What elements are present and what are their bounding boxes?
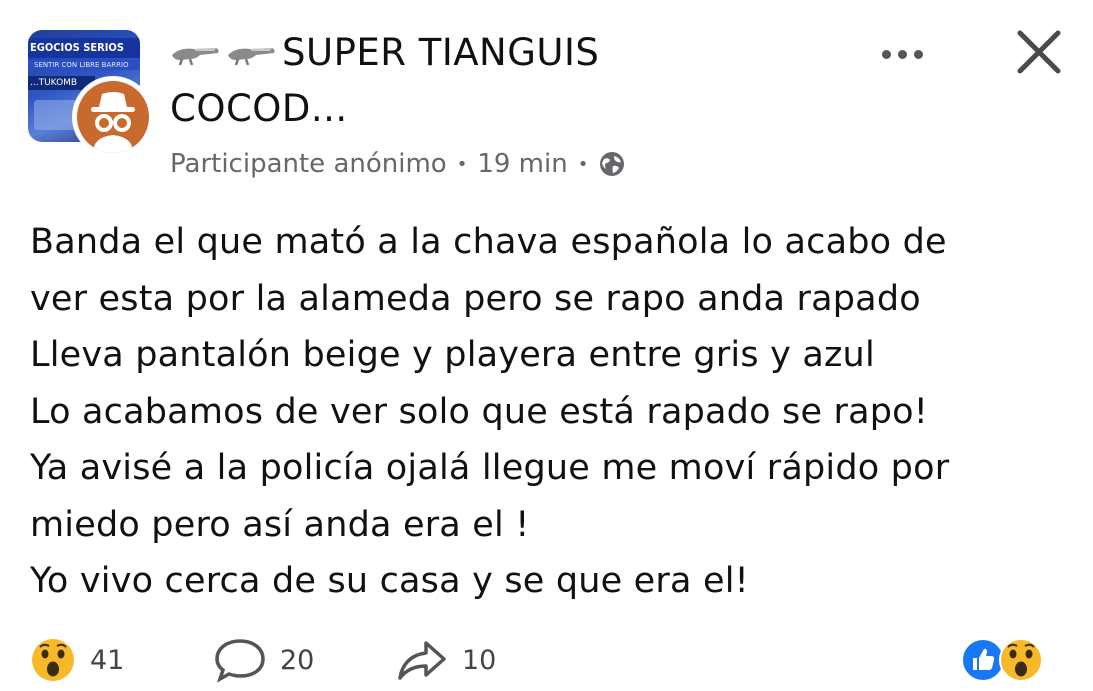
share-button[interactable]: 10 xyxy=(396,638,496,682)
reaction-summary[interactable] xyxy=(960,636,1044,684)
post-line: ver esta por la alameda pero se rapo and… xyxy=(30,278,921,319)
meta-separator: • xyxy=(577,153,589,175)
post-meta: Participante anónimo • 19 min • xyxy=(170,142,626,186)
post-line: miedo pero así anda era el ! xyxy=(30,504,530,545)
post-line: Ya avisé a la policía ojalá llegue me mo… xyxy=(30,448,950,488)
post-body: Banda el que mató a la chava española lo… xyxy=(30,214,1070,610)
crocodile-emoji-icon xyxy=(170,28,222,82)
author-name[interactable]: Participante anónimo xyxy=(170,149,447,179)
anonymous-participant-icon xyxy=(77,81,149,153)
close-icon xyxy=(1017,30,1061,74)
post-line: Banda el que mató a la chava española lo… xyxy=(30,222,947,262)
crocodile-emoji-icon xyxy=(226,28,278,82)
wow-reaction-icon xyxy=(999,638,1043,682)
comment-bubble-icon xyxy=(215,639,265,683)
group-thumb-text: EGOCIOS SERIOS xyxy=(28,38,140,58)
post-footer: 41 20 10 xyxy=(0,628,1093,691)
comments-count: 20 xyxy=(280,644,315,676)
post-timestamp[interactable]: 19 min xyxy=(477,149,567,179)
reactions-button[interactable]: 41 xyxy=(30,638,124,682)
anonymous-avatar[interactable] xyxy=(72,76,154,158)
post-line: Lleva pantalón beige y playera entre gri… xyxy=(30,335,875,375)
comment-button[interactable]: 20 xyxy=(214,638,315,683)
post-line: Yo vivo cerca de su casa y se que era el… xyxy=(30,561,749,601)
group-name[interactable]: SUPER TIANGUIS COCOD... xyxy=(170,26,730,136)
share-arrow-icon xyxy=(398,641,446,680)
post-view: EGOCIOS SERIOS SENTIR CON LIBRE BARRIO .… xyxy=(0,0,1093,691)
more-dot-icon xyxy=(881,49,891,59)
group-thumb-subtext: SENTIR CON LIBRE BARRIO xyxy=(28,60,140,70)
wow-emoji-icon xyxy=(32,639,74,681)
reactions-count: 41 xyxy=(90,644,125,676)
shares-count: 10 xyxy=(462,644,497,676)
close-button[interactable] xyxy=(1006,24,1072,80)
more-options-button[interactable] xyxy=(872,36,932,72)
meta-separator: • xyxy=(456,153,468,175)
group-name-line-2: COCOD... xyxy=(170,86,348,130)
more-dot-icon xyxy=(913,49,923,59)
post-line: Lo acabamos de ver solo que está rapado … xyxy=(30,391,929,432)
more-dot-icon xyxy=(897,49,907,59)
globe-icon xyxy=(600,152,625,176)
group-name-line-1: SUPER TIANGUIS xyxy=(282,31,600,74)
